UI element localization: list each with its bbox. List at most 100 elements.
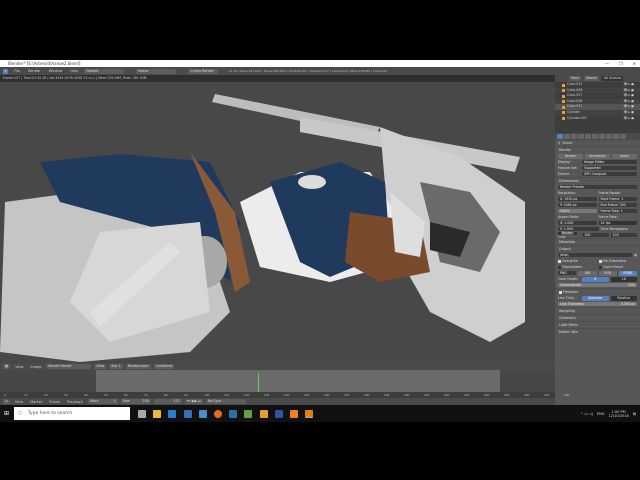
device-select[interactable]: GPU Compute bbox=[582, 171, 637, 177]
properties-tabs[interactable] bbox=[555, 133, 640, 140]
outliner-tab-view[interactable]: View bbox=[569, 76, 581, 81]
depth-16-button[interactable]: 16 bbox=[610, 276, 637, 282]
word-icon[interactable] bbox=[274, 409, 283, 418]
menu-marker[interactable]: Marker bbox=[28, 400, 44, 404]
task-view-icon[interactable] bbox=[138, 409, 146, 418]
maximize-button[interactable]: ❐ bbox=[619, 60, 623, 67]
editor-type-icon[interactable]: ◷ bbox=[3, 399, 10, 404]
frame-range-label: Frame Range: bbox=[598, 191, 621, 195]
compression-slider[interactable]: Compression: 15% bbox=[558, 282, 637, 288]
edge-icon[interactable] bbox=[168, 409, 177, 418]
playback-controls[interactable]: ⏮ ◀ ▶ ⏭ bbox=[184, 399, 203, 404]
menu-render[interactable]: Render bbox=[26, 69, 42, 73]
render-engine-select[interactable]: Cycles Render bbox=[188, 68, 219, 74]
minecraft-icon[interactable] bbox=[244, 409, 253, 418]
tray-icons[interactable]: ^ ▭ ◁) bbox=[580, 412, 593, 416]
render-presets-select[interactable]: Render Presets bbox=[558, 184, 637, 190]
overwrite-checkbox[interactable]: Overwrite bbox=[562, 259, 578, 263]
layer-select[interactable]: RenderLayer bbox=[125, 364, 151, 369]
firefox-icon[interactable] bbox=[213, 409, 222, 418]
animation-button[interactable]: Animation bbox=[585, 153, 610, 159]
rgb-button[interactable]: RGB bbox=[598, 270, 617, 276]
render-button[interactable]: Render bbox=[558, 153, 583, 159]
depth-8-button[interactable]: 8 bbox=[582, 276, 609, 282]
windows-taskbar: ⊞ ○ Type here to search ^ ▭ ◁) ENG 1:50 P… bbox=[0, 405, 640, 422]
editor-type-icon[interactable]: ▦ bbox=[3, 364, 11, 369]
cache-result-checkbox[interactable]: Cache Result bbox=[603, 265, 624, 269]
absolute-button[interactable]: Absolute bbox=[582, 295, 609, 301]
minimize-button[interactable]: — bbox=[605, 60, 609, 67]
slot-select[interactable]: Slot 1 bbox=[109, 364, 123, 369]
featureset-select[interactable]: Supported bbox=[582, 165, 637, 171]
menu-view[interactable]: View bbox=[13, 365, 25, 369]
line-thickness-field[interactable]: Line Thickness: 0.500 px bbox=[558, 301, 637, 307]
menu-help[interactable]: Help bbox=[68, 69, 80, 73]
folder-icon[interactable]: ▤ bbox=[634, 253, 637, 257]
resolution-x[interactable]: X: 1920 px bbox=[558, 196, 597, 202]
remap-new[interactable]: 100 bbox=[610, 232, 637, 238]
blender-icon[interactable] bbox=[305, 409, 314, 418]
outliner-item[interactable]: Cylinder.001 👁 ▸ ▣ bbox=[555, 116, 640, 122]
current-frame-field[interactable]: 127 bbox=[153, 399, 182, 404]
start-frame[interactable]: Start Frame: 1 bbox=[598, 196, 637, 202]
remap-old[interactable]: 100 bbox=[582, 232, 609, 238]
steam-icon[interactable] bbox=[198, 409, 207, 418]
layout-selector[interactable]: Default bbox=[84, 68, 125, 74]
notifications-icon[interactable]: ▤ bbox=[633, 412, 636, 416]
end-frame-field[interactable]: End: 250 bbox=[120, 399, 151, 404]
file-format-select[interactable]: PNG bbox=[558, 270, 577, 276]
store-icon[interactable] bbox=[183, 409, 192, 418]
menu-file[interactable]: File bbox=[12, 69, 22, 73]
view-select[interactable]: View bbox=[94, 364, 107, 369]
menu-playback[interactable]: Playback bbox=[65, 400, 85, 404]
resolution-y[interactable]: Y: 1080 px bbox=[558, 202, 597, 208]
pass-select[interactable]: Combined bbox=[153, 364, 175, 369]
sampling-panel-header[interactable]: Sampling bbox=[555, 307, 640, 314]
output-panel-header[interactable]: Output bbox=[555, 245, 640, 252]
outliner-display-mode[interactable]: All Scenes bbox=[602, 76, 624, 81]
timeline-area[interactable] bbox=[0, 370, 555, 392]
clock[interactable]: 1:50 PM 12/10/2018 bbox=[609, 410, 629, 418]
image-select[interactable]: Render Result bbox=[46, 364, 92, 369]
audio-button[interactable]: Audio bbox=[612, 153, 637, 159]
render-viewport[interactable] bbox=[0, 82, 555, 363]
framerate-select[interactable]: 24 fps bbox=[598, 220, 637, 226]
editor-type-icon[interactable]: ℹ bbox=[3, 68, 9, 74]
bw-button[interactable]: BW bbox=[578, 270, 597, 276]
app-icon[interactable] bbox=[259, 409, 268, 418]
frame-step[interactable]: Frame Step: 1 bbox=[598, 208, 637, 214]
render-panel-header[interactable]: Render bbox=[555, 146, 640, 153]
close-button[interactable]: ✕ bbox=[633, 60, 636, 67]
app-icon[interactable] bbox=[229, 409, 238, 418]
sync-select[interactable]: No Sync bbox=[206, 399, 246, 404]
rgba-button[interactable]: RGBA bbox=[618, 270, 637, 276]
resolution-percent[interactable]: 100% bbox=[558, 208, 597, 214]
visibility-icon[interactable]: 👁 ▸ ▣ bbox=[623, 116, 634, 122]
aspect-x[interactable]: X: 1.000 bbox=[558, 220, 597, 226]
light-paths-panel-header[interactable]: Light Paths bbox=[555, 321, 640, 328]
metadata-panel-header[interactable]: Metadata bbox=[555, 238, 640, 245]
geometry-panel-header[interactable]: Geometry bbox=[555, 314, 640, 321]
menu-window[interactable]: Window bbox=[47, 69, 65, 73]
placeholders-checkbox[interactable]: Placeholders bbox=[562, 265, 582, 269]
scene-selector[interactable]: Scene bbox=[136, 68, 177, 74]
display-select[interactable]: Image Editor bbox=[582, 159, 637, 165]
dimensions-panel-header[interactable]: Dimensions bbox=[555, 177, 640, 184]
start-frame-field[interactable]: Start: 1 bbox=[87, 399, 118, 404]
freestyle-panel-header[interactable]: Freestyle bbox=[555, 288, 640, 295]
menu-image[interactable]: Image bbox=[28, 365, 43, 369]
language-indicator[interactable]: ENG bbox=[597, 412, 605, 416]
end-frame[interactable]: End Frame: 250 bbox=[598, 202, 637, 208]
windows-start-icon[interactable]: ⊞ bbox=[4, 410, 9, 417]
file-explorer-icon[interactable] bbox=[153, 409, 162, 418]
vlc-icon[interactable] bbox=[289, 409, 298, 418]
output-path-field[interactable]: /tmp\ bbox=[558, 252, 632, 258]
menu-frame[interactable]: Frame bbox=[47, 400, 62, 404]
file-extensions-checkbox[interactable]: File Extensions bbox=[603, 259, 627, 263]
motion-blur-panel-header[interactable]: Motion Blur bbox=[555, 328, 640, 335]
taskbar-search-box[interactable]: ○ Type here to search bbox=[14, 407, 130, 420]
playhead[interactable] bbox=[258, 373, 259, 392]
outliner-tab-search[interactable]: Search bbox=[583, 76, 600, 81]
relative-button[interactable]: Relative bbox=[610, 295, 637, 301]
menu-view[interactable]: View bbox=[13, 400, 25, 404]
